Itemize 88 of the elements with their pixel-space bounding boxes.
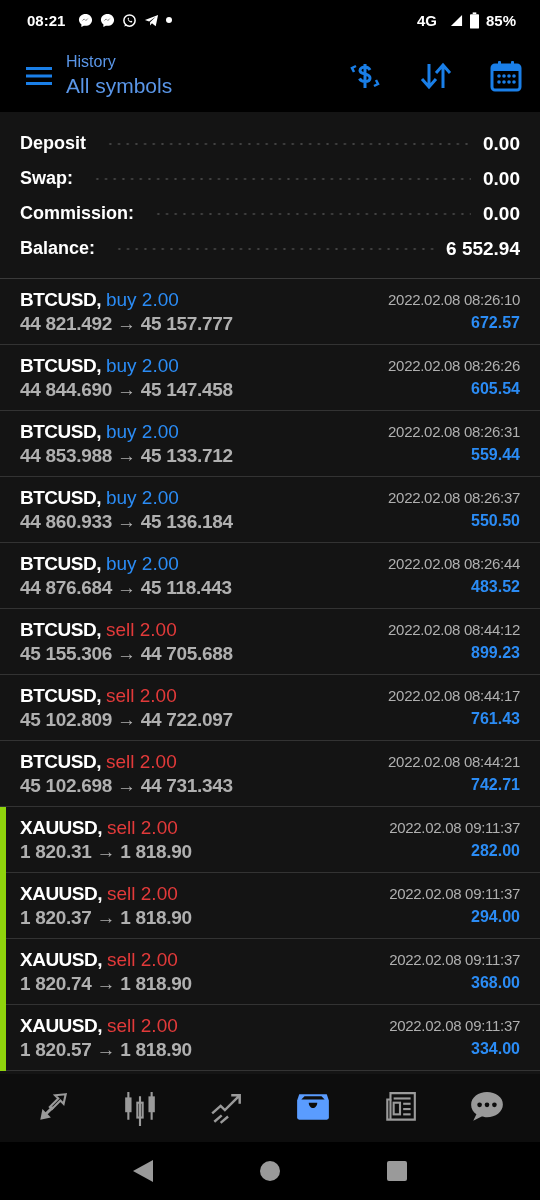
trade-time: 2022.02.08 08:26:31 xyxy=(388,423,520,440)
trade-profit: 550.50 xyxy=(470,512,520,530)
dollar-exchange-icon[interactable] xyxy=(348,61,382,91)
deal-label: sell 2.00 xyxy=(107,816,178,839)
trade-profit: 334.00 xyxy=(470,1040,520,1058)
deal-label: buy 2.00 xyxy=(105,354,179,377)
deal-label: sell 2.00 xyxy=(107,1014,178,1037)
price-range: 44 821.492 → 45 157.777 xyxy=(20,312,233,335)
trade-profit: 483.52 xyxy=(470,578,520,596)
price-range: 1 820.74 → 1 818.90 xyxy=(20,972,192,995)
price-range: 45 102.809 → 44 722.097 xyxy=(20,708,233,731)
summary-value: 0.00 xyxy=(483,167,520,190)
symbol-label: BTCUSD, xyxy=(20,354,101,377)
price-range: 1 820.57 → 1 818.90 xyxy=(20,1038,192,1061)
symbol-label: BTCUSD, xyxy=(20,618,101,641)
trade-profit: 294.00 xyxy=(470,908,520,926)
signal-icon xyxy=(449,13,463,27)
trade-profit: 605.54 xyxy=(470,380,520,398)
trade-profit: 282.00 xyxy=(470,842,520,860)
symbol-label: BTCUSD, xyxy=(20,552,101,575)
price-range: 44 860.933 → 45 136.184 xyxy=(20,510,233,533)
summary-label: Commission: xyxy=(20,203,134,224)
trade-time: 2022.02.08 09:11:37 xyxy=(389,1017,520,1034)
recents-icon[interactable] xyxy=(386,1161,407,1181)
trade-time: 2022.02.08 08:44:12 xyxy=(388,621,520,638)
trade-profit: 559.44 xyxy=(470,446,520,464)
symbol-label: BTCUSD, xyxy=(20,420,101,443)
trade-time: 2022.02.08 08:26:10 xyxy=(388,291,520,308)
price-range: 1 820.37 → 1 818.90 xyxy=(20,906,192,929)
deal-label: buy 2.00 xyxy=(105,552,179,575)
deal-label: sell 2.00 xyxy=(107,882,178,905)
symbol-label: BTCUSD, xyxy=(20,288,101,311)
deal-label: sell 2.00 xyxy=(105,618,177,641)
trade-time: 2022.02.08 08:44:21 xyxy=(388,753,520,770)
candlestick-icon[interactable] xyxy=(122,1090,158,1126)
clock: 08:21 xyxy=(27,11,66,29)
summary-value: 0.00 xyxy=(483,202,520,225)
dot-icon xyxy=(166,17,173,23)
trade-profit: 899.23 xyxy=(470,644,520,662)
trade-time: 2022.02.08 09:11:37 xyxy=(389,819,520,836)
trade-profit: 672.57 xyxy=(470,314,520,332)
symbol-label: XAUUSD, xyxy=(20,948,102,971)
price-range: 44 876.684 → 45 118.443 xyxy=(20,576,232,599)
deal-label: buy 2.00 xyxy=(105,288,179,311)
paper-plane-icon xyxy=(144,12,160,28)
price-range: 45 102.698 → 44 731.343 xyxy=(20,774,233,797)
deal-label: buy 2.00 xyxy=(105,420,179,443)
summary-value: 6 552.94 xyxy=(446,237,520,260)
symbol-label: BTCUSD, xyxy=(20,750,101,773)
back-icon[interactable] xyxy=(133,1160,154,1182)
calendar-icon[interactable] xyxy=(490,60,522,92)
price-range: 44 853.988 → 45 133.712 xyxy=(20,444,233,467)
trade-time: 2022.02.08 08:44:17 xyxy=(388,687,520,704)
chat-bubble-icon xyxy=(78,12,94,28)
summary-label: Deposit xyxy=(20,133,86,154)
screen-subtitle: History xyxy=(66,52,117,72)
symbol-label: XAUUSD, xyxy=(20,882,102,905)
summary-value: 0.00 xyxy=(483,132,520,155)
trade-profit: 742.71 xyxy=(470,776,520,794)
symbol-label: BTCUSD, xyxy=(20,684,101,707)
symbol-label: BTCUSD, xyxy=(20,486,101,509)
symbol-label: XAUUSD, xyxy=(20,816,102,839)
trade-time: 2022.02.08 09:11:37 xyxy=(389,885,520,902)
network-type: 4G xyxy=(416,11,437,29)
deal-label: sell 2.00 xyxy=(105,750,177,773)
deal-label: buy 2.00 xyxy=(105,486,179,509)
trade-time: 2022.02.08 08:26:26 xyxy=(388,357,520,374)
battery-level: 85% xyxy=(485,11,516,29)
price-range: 45 155.306 → 44 705.688 xyxy=(20,642,233,665)
trade-time: 2022.02.08 08:26:37 xyxy=(388,489,520,506)
summary-label: Swap: xyxy=(20,168,73,189)
symbol-label: XAUUSD, xyxy=(20,1014,102,1037)
screen-title[interactable]: All symbols xyxy=(66,72,348,100)
home-icon[interactable] xyxy=(260,1161,280,1181)
deal-label: sell 2.00 xyxy=(105,684,177,707)
menu-icon[interactable] xyxy=(26,67,52,85)
summary-label: Balance: xyxy=(20,238,96,259)
sort-arrows-icon[interactable] xyxy=(420,62,452,90)
trade-time: 2022.02.08 09:11:37 xyxy=(389,951,520,968)
phone-bubble-icon xyxy=(122,12,138,28)
trade-profit: 761.43 xyxy=(470,710,520,728)
deal-label: sell 2.00 xyxy=(107,948,178,971)
price-range: 44 844.690 → 45 147.458 xyxy=(20,378,233,401)
trade-time: 2022.02.08 08:26:44 xyxy=(388,555,520,572)
chat-bubble-icon xyxy=(100,12,116,28)
battery-icon xyxy=(469,11,479,29)
price-range: 1 820.31 → 1 818.90 xyxy=(20,840,192,863)
trade-profit: 368.00 xyxy=(470,974,520,992)
